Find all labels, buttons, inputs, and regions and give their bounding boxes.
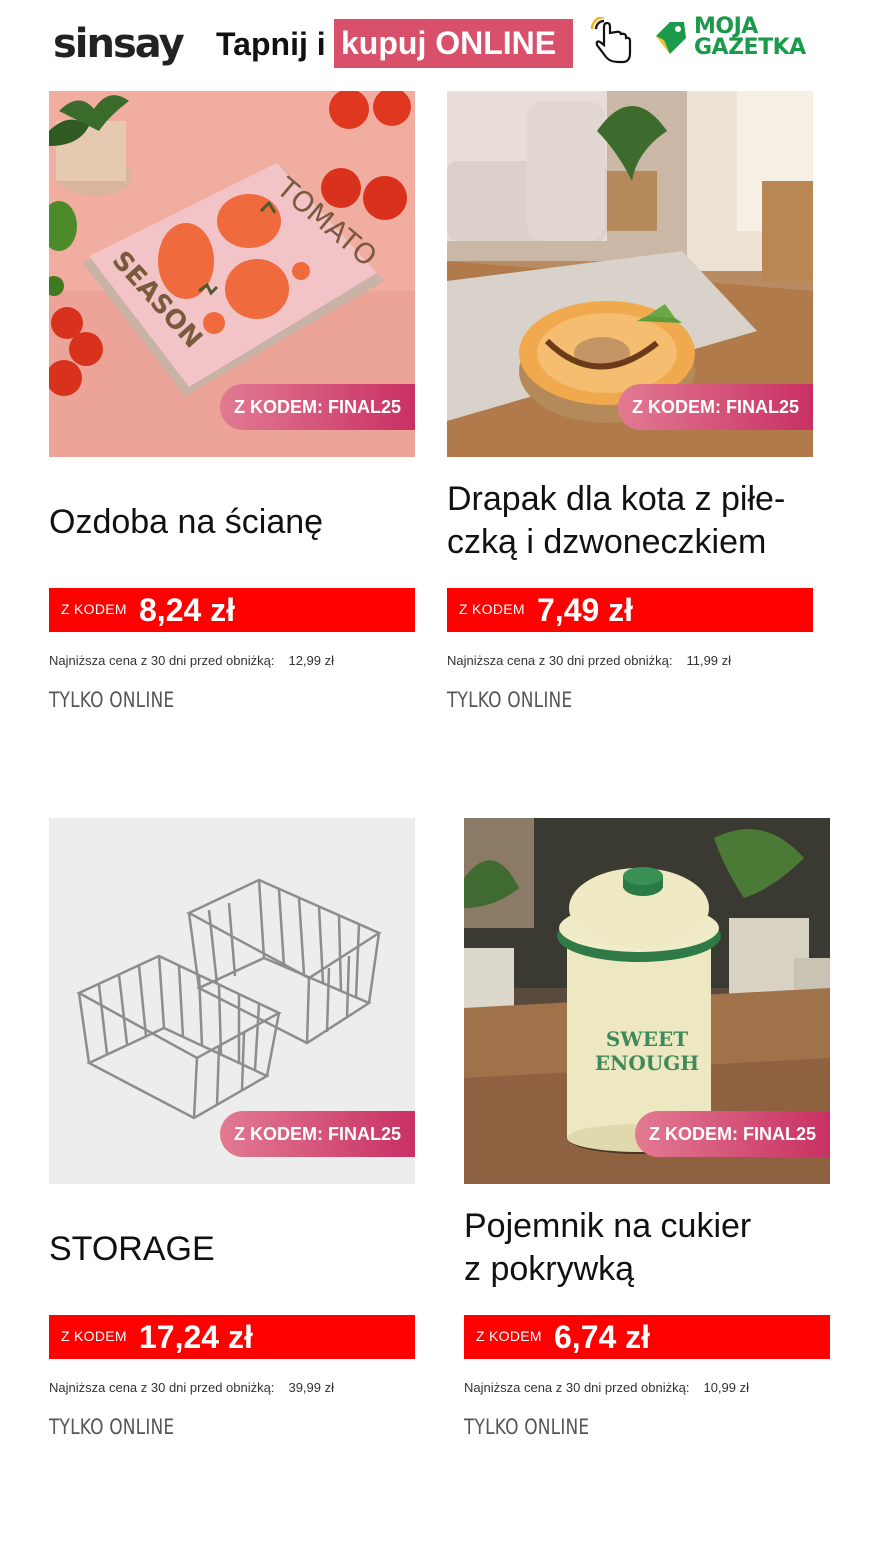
promo-code-badge: Z KODEM: FINAL25 <box>219 384 415 430</box>
product-title[interactable]: STORAGE <box>49 1228 215 1271</box>
availability-label: TYLKO ONLINE <box>49 688 175 712</box>
product-image[interactable]: Z KODEM: FINAL25 <box>49 818 415 1184</box>
tap-hand-icon <box>590 15 634 65</box>
promo-code-badge: Z KODEM: FINAL25 <box>617 384 813 430</box>
sinsay-logo[interactable]: sinsay <box>53 20 185 68</box>
availability-label: TYLKO ONLINE <box>447 688 573 712</box>
tap-text: Tapnij i <box>216 26 326 62</box>
product-title[interactable]: Ozdoba na ścianę <box>49 501 323 544</box>
product-card[interactable]: Z KODEM: FINAL25 STORAGE Z KODEM 17,24 z… <box>49 818 415 1448</box>
price-bar: Z KODEM 6,74 zł <box>464 1315 830 1359</box>
promo-code-badge: Z KODEM: FINAL25 <box>219 1111 415 1157</box>
code-label: Z KODEM <box>459 601 525 617</box>
lowest-price-note: Najniższa cena z 30 dni przed obniżką: 12… <box>49 653 335 668</box>
product-image[interactable]: TOMATO SEASON Z KODEM: FINAL25 <box>49 91 415 457</box>
price-value: 6,74 zł <box>554 1319 651 1355</box>
promo-code-badge: Z KODEM: FINAL25 <box>634 1111 830 1157</box>
product-image[interactable]: SWEET ENOUGH Z KODEM: FINAL25 <box>464 818 830 1184</box>
product-title[interactable]: Pojemnik na cukier z pokrywką <box>464 1205 751 1291</box>
price-bar: Z KODEM 8,24 zł <box>49 588 415 632</box>
header-banner: sinsay Tapnij i kupuj ONLINE MOJA GAZETK… <box>0 0 879 90</box>
partner-line-2: GAZETKA <box>694 35 806 60</box>
product-card[interactable]: Z KODEM: FINAL25 Drapak dla kota z piłe-… <box>447 91 813 721</box>
lowest-price-note: Najniższa cena z 30 dni przed obniżką: 39… <box>49 1380 335 1395</box>
price-bar: Z KODEM 17,24 zł <box>49 1315 415 1359</box>
price-value: 8,24 zł <box>139 592 236 628</box>
product-image[interactable]: Z KODEM: FINAL25 <box>447 91 813 457</box>
image-text-enough: ENOUGH <box>595 1051 699 1075</box>
lowest-price-note: Najniższa cena z 30 dni przed obniżką: 11… <box>447 653 732 668</box>
lowest-price-note: Najniższa cena z 30 dni przed obniżką: 10… <box>464 1380 750 1395</box>
price-value: 7,49 zł <box>537 592 634 628</box>
availability-label: TYLKO ONLINE <box>464 1415 590 1439</box>
price-tag-icon <box>656 22 686 54</box>
code-label: Z KODEM <box>61 1328 127 1344</box>
code-label: Z KODEM <box>61 601 127 617</box>
product-card[interactable]: SWEET ENOUGH Z KODEM: FINAL25 Pojemnik n… <box>464 818 830 1448</box>
price-value: 17,24 zł <box>139 1319 253 1355</box>
partner-line-1: MOJA <box>694 14 758 39</box>
availability-label: TYLKO ONLINE <box>49 1415 175 1439</box>
product-title[interactable]: Drapak dla kota z piłe- czką i dzwoneczk… <box>447 478 785 564</box>
image-text-sweet: SWEET <box>606 1027 688 1051</box>
moja-gazetka-logo[interactable]: MOJA GAZETKA <box>652 16 832 64</box>
price-bar: Z KODEM 7,49 zł <box>447 588 813 632</box>
code-label: Z KODEM <box>476 1328 542 1344</box>
product-card[interactable]: TOMATO SEASON Z KODEM: FINAL25 Ozdoba na… <box>49 91 415 721</box>
shop-online-link[interactable]: kupuj ONLINE <box>334 19 573 68</box>
